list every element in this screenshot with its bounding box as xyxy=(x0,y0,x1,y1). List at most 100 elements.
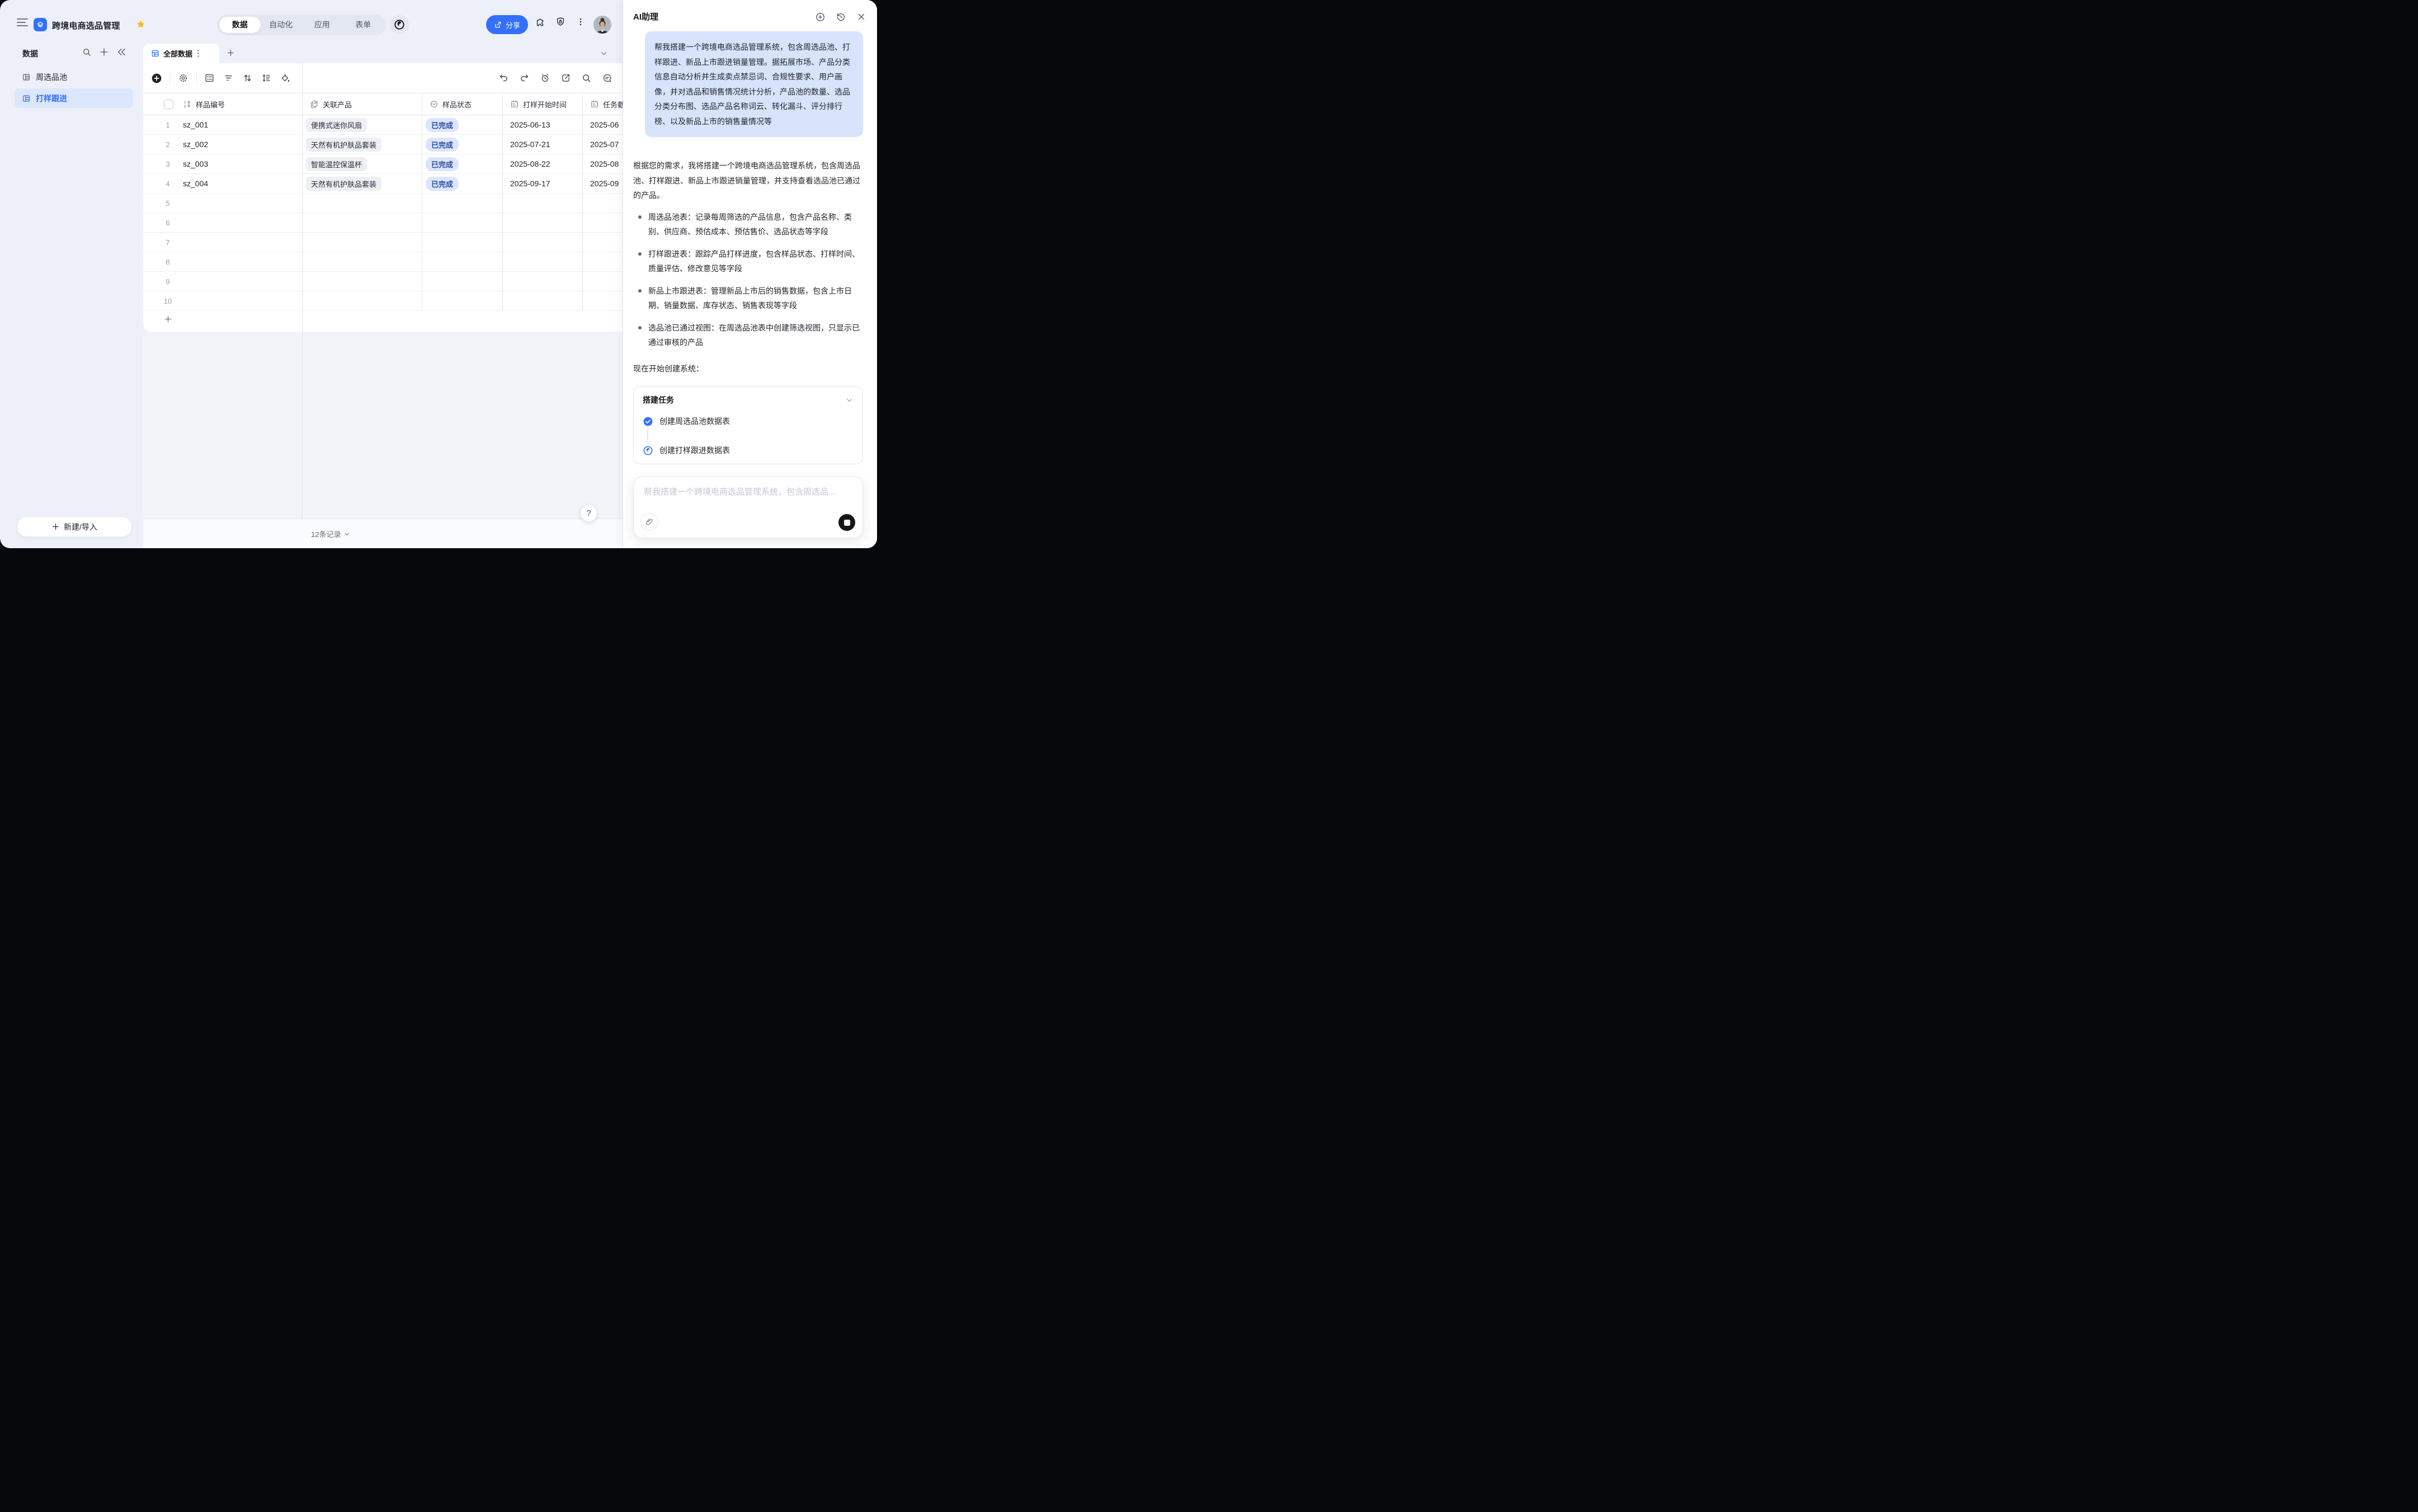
cell-sample-id[interactable]: sz_003 xyxy=(183,154,298,173)
sidebar-search-icon[interactable] xyxy=(82,47,92,57)
cell-sample-id[interactable]: sz_002 xyxy=(183,135,298,154)
table-row[interactable]: 8 xyxy=(143,252,623,272)
cell-sample-id[interactable]: sz_004 xyxy=(183,174,298,193)
hamburger-menu-icon[interactable] xyxy=(17,18,28,27)
new-chat-button[interactable] xyxy=(814,11,826,22)
chat-history-button[interactable] xyxy=(835,11,846,22)
table-icon xyxy=(22,73,31,82)
extensions-button[interactable] xyxy=(534,16,546,28)
help-button[interactable]: ? xyxy=(581,505,597,521)
chat-input[interactable] xyxy=(634,477,862,508)
search-button[interactable] xyxy=(581,73,592,84)
table-row[interactable]: 4 sz_004 天然有机护肤品套装 已完成 2025-09-17 2025-0… xyxy=(143,174,623,194)
fill-color-button[interactable] xyxy=(280,73,291,84)
column-header-task-date[interactable]: 任务截止时间 xyxy=(590,93,623,115)
table-row[interactable]: 2 sz_002 天然有机护肤品套装 已完成 2025-07-21 2025-0… xyxy=(143,135,623,154)
new-import-button[interactable]: 新建/导入 xyxy=(17,516,132,537)
cell-product[interactable]: 智能温控保温杯 xyxy=(306,154,418,173)
cell-product[interactable]: 便携式迷你风扇 xyxy=(306,115,418,134)
chevron-down-icon xyxy=(845,396,854,404)
sidebar-item-weekly-pool[interactable]: 周选品池 xyxy=(15,67,133,87)
cell-status[interactable]: 已完成 xyxy=(426,174,498,193)
view-options-icon[interactable] xyxy=(197,50,199,58)
form-edit-button[interactable] xyxy=(560,73,571,84)
attach-file-button[interactable] xyxy=(640,513,658,531)
add-record-button[interactable] xyxy=(151,73,162,84)
new-import-label: 新建/导入 xyxy=(64,521,97,533)
autonumber-icon: 1 2 xyxy=(183,100,192,109)
card-view-button[interactable] xyxy=(204,73,215,84)
favorite-star-icon[interactable] xyxy=(136,20,145,29)
table-row[interactable]: 9 xyxy=(143,272,623,291)
frozen-column-divider xyxy=(302,63,303,519)
history-button[interactable] xyxy=(539,73,550,84)
cell-sample-id[interactable]: sz_001 xyxy=(183,115,298,134)
comment-button[interactable] xyxy=(601,73,612,84)
cell-task-date[interactable]: 2025-06 xyxy=(590,115,623,134)
more-menu-button[interactable] xyxy=(574,16,587,28)
sidebar-item-sampling[interactable]: 打样跟进 xyxy=(15,88,133,108)
table-row[interactable]: 6 xyxy=(143,213,623,233)
sidebar-collapse-icon[interactable] xyxy=(116,47,126,57)
cell-status[interactable]: 已完成 xyxy=(426,115,498,134)
main-area: 全部数据 xyxy=(143,44,623,548)
cell-task-date[interactable]: 2025-09 xyxy=(590,174,623,193)
table-row[interactable]: 10 xyxy=(143,291,623,311)
task-row-done[interactable]: 创建周选品池数据表 xyxy=(643,416,854,427)
tab-apps[interactable]: 应用 xyxy=(301,17,343,33)
cell-product[interactable]: 天然有机护肤品套装 xyxy=(306,135,418,154)
top-header: 跨境电商选品管理 数据 自动化 应用 表单 分享 xyxy=(0,0,623,44)
add-view-icon[interactable] xyxy=(226,48,235,58)
cell-start-date[interactable]: 2025-07-21 xyxy=(510,135,578,154)
select-all-checkbox[interactable] xyxy=(164,100,173,109)
record-count[interactable]: 12条记录 xyxy=(311,529,350,539)
permissions-button[interactable] xyxy=(554,16,567,28)
table-row[interactable]: 3 sz_003 智能温控保温杯 已完成 2025-08-22 2025-08 xyxy=(143,154,623,174)
viewbar-chevron-down-icon[interactable] xyxy=(600,49,608,58)
cell-start-date[interactable]: 2025-08-22 xyxy=(510,154,578,173)
user-avatar[interactable] xyxy=(593,16,611,34)
shield-lock-icon xyxy=(555,16,566,27)
table-row[interactable]: 7 xyxy=(143,233,623,252)
grid-view-icon xyxy=(151,49,159,58)
cell-product[interactable]: 天然有机护肤品套装 xyxy=(306,174,418,193)
add-row-plus-icon xyxy=(163,314,173,324)
view-tab-all-data[interactable]: 全部数据 xyxy=(143,44,219,63)
redo-button[interactable] xyxy=(519,73,530,84)
task-card-header[interactable]: 搭建任务 xyxy=(643,394,854,406)
row-number: 9 xyxy=(157,272,179,291)
row-height-button[interactable] xyxy=(261,73,272,84)
sidebar-add-icon[interactable] xyxy=(99,47,109,57)
table-row[interactable]: 5 xyxy=(143,194,623,213)
ai-panel-header: AI助理 xyxy=(623,0,877,30)
row-number: 10 xyxy=(157,291,179,310)
cell-task-date[interactable]: 2025-08 xyxy=(590,154,623,173)
add-row-button[interactable] xyxy=(143,311,623,328)
cell-task-date[interactable]: 2025-07 xyxy=(590,135,623,154)
tab-automation[interactable]: 自动化 xyxy=(261,17,302,33)
puzzle-icon xyxy=(535,16,546,27)
undo-button[interactable] xyxy=(498,73,509,84)
task-row-in-progress[interactable]: 创建打样跟进数据表 xyxy=(643,445,854,456)
cell-start-date[interactable]: 2025-09-17 xyxy=(510,174,578,193)
cell-status[interactable]: 已完成 xyxy=(426,154,498,173)
column-header-status[interactable]: 样品状态 xyxy=(430,93,499,115)
tab-forms[interactable]: 表单 xyxy=(343,17,384,33)
field-settings-button[interactable] xyxy=(177,73,188,84)
share-button[interactable]: 分享 xyxy=(486,15,528,34)
assistant-swirl-button[interactable] xyxy=(390,15,409,34)
page-title: 跨境电商选品管理 xyxy=(52,20,120,31)
column-header-sample-id[interactable]: 1 2 样品编号 xyxy=(183,93,295,115)
grid-background xyxy=(143,332,623,519)
column-header-start-date[interactable]: 打样开始时间 xyxy=(510,93,580,115)
close-panel-button[interactable] xyxy=(856,11,867,22)
column-header-product[interactable]: 关联产品 xyxy=(310,93,416,115)
sort-button[interactable] xyxy=(242,73,253,84)
table-row[interactable]: 1 sz_001 便携式迷你风扇 已完成 2025-06-13 2025-06 xyxy=(143,115,623,135)
cell-status[interactable]: 已完成 xyxy=(426,135,498,154)
stop-generating-button[interactable] xyxy=(838,514,855,531)
tab-data[interactable]: 数据 xyxy=(219,17,261,33)
cell-start-date[interactable]: 2025-06-13 xyxy=(510,115,578,134)
link-record-icon xyxy=(310,100,319,109)
filter-button[interactable] xyxy=(223,73,234,84)
